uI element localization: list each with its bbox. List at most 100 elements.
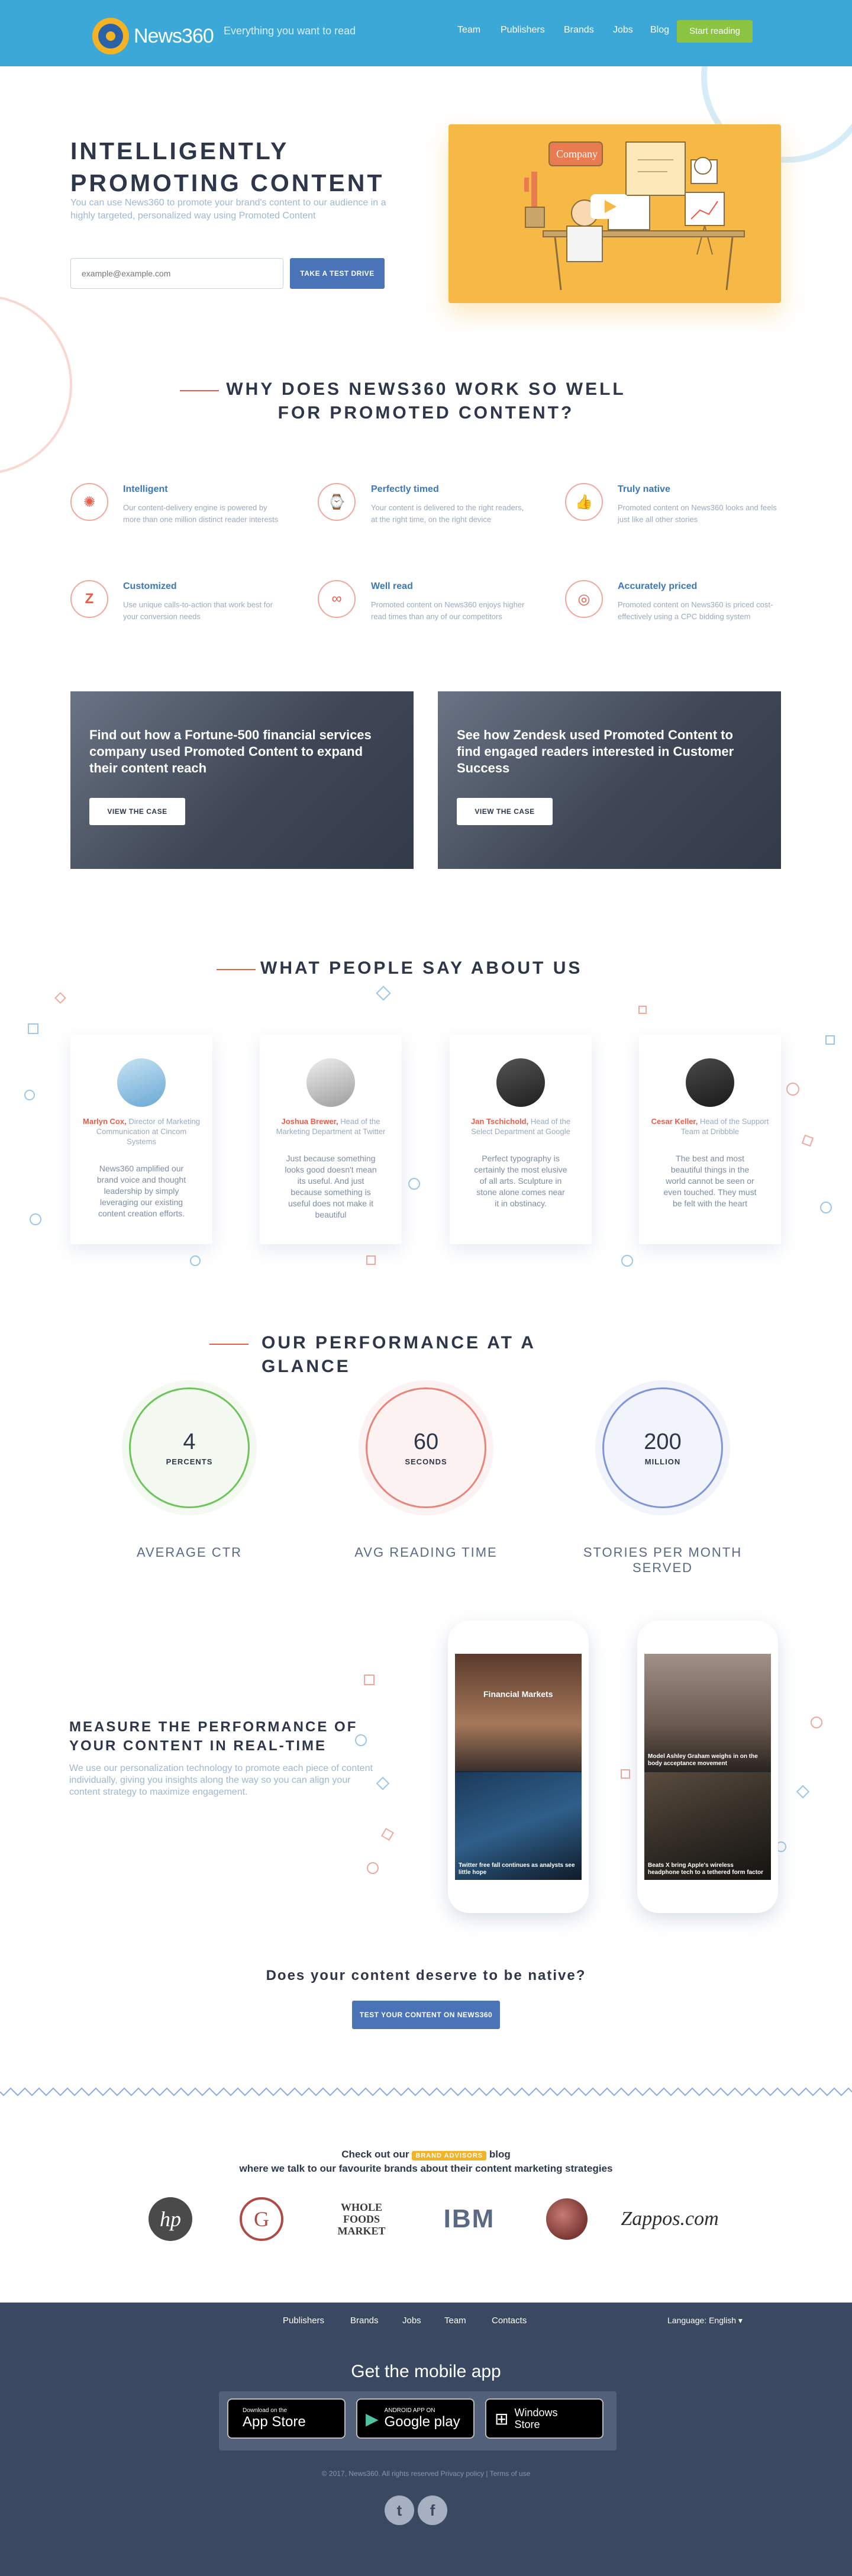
avatar [496, 1058, 545, 1107]
avatar [306, 1058, 355, 1107]
windows-icon: ⊞ [495, 2409, 509, 2428]
google-play-icon: ▶ [366, 2409, 379, 2428]
why-section-title: WHY DOES NEWS360 WORK SO WELL FOR PROMOTE… [226, 379, 626, 423]
feature-title-accurately-priced: Accurately priced [618, 581, 698, 591]
feature-text-accurately-priced: Promoted content on News360 is priced co… [618, 600, 773, 621]
blog-subline: where we talk to our favourite brands ab… [239, 2163, 613, 2174]
g-logo[interactable]: G [239, 2197, 284, 2241]
nav-publishers[interactable]: Publishers [501, 25, 545, 36]
footer-nav-jobs[interactable]: Jobs [402, 2316, 421, 2326]
language-selector[interactable]: Language: English ▾ [667, 2316, 743, 2326]
logo-text: News360 [134, 24, 214, 47]
testimonial-quote: Just because something looks good doesn'… [285, 1154, 377, 1219]
footer-nav-team[interactable]: Team [444, 2316, 466, 2326]
phone-mockup: Financial Markets Twitter free fall cont… [448, 1621, 589, 1913]
case-title: Find out how a Fortune-500 financial ser… [89, 727, 372, 775]
feature-title-intelligent: Intelligent [123, 484, 168, 494]
feature-text-customized: Use unique calls-to-action that work bes… [123, 600, 273, 621]
test-content-button[interactable]: TEST YOUR CONTENT ON NEWS360 [352, 2001, 500, 2029]
realtime-description: We use our personalization technology to… [69, 1763, 373, 1797]
stat-circle-stories: 200 MILLION [602, 1387, 723, 1508]
facebook-icon[interactable]: f [418, 2496, 447, 2525]
case-card-zendesk[interactable]: See how Zendesk used Promoted Content to… [438, 691, 781, 869]
app-store-badge[interactable]: Download on the App Store [227, 2398, 346, 2439]
footer-nav-brands[interactable]: Brands [350, 2316, 379, 2326]
hp-logo[interactable]: hp [148, 2197, 193, 2241]
logo[interactable]: News360 [92, 18, 214, 54]
news-card[interactable]: Financial Markets [455, 1654, 582, 1771]
testimonial-card: Marlyn Cox, Director of Marketing Commun… [70, 1035, 212, 1244]
nav-jobs[interactable]: Jobs [613, 25, 633, 36]
brand-advisors-badge[interactable]: BRAND ADVISORS [412, 2151, 487, 2160]
glasses-icon: ∞ [318, 580, 356, 618]
watch-icon: ⌚ [318, 483, 356, 521]
feature-title-customized: Customized [123, 581, 177, 591]
feature-text-truly-native: Promoted content on News360 looks and fe… [618, 503, 777, 524]
footer-nav-publishers[interactable]: Publishers [283, 2316, 324, 2326]
twitter-icon[interactable]: t [385, 2496, 414, 2525]
section-accent-line [180, 390, 219, 391]
email-input[interactable] [70, 258, 283, 289]
hero-description: You can use News360 to promote your bran… [70, 198, 386, 221]
section-accent-line [217, 969, 256, 970]
nav-blog[interactable]: Blog [650, 25, 669, 36]
realtime-title: MEASURE THE PERFORMANCE OF YOUR CONTENT … [69, 1719, 358, 1754]
stat-label: AVG READING TIME [354, 1545, 498, 1560]
feature-text-intelligent: Our content-delivery engine is powered b… [123, 503, 279, 524]
stat-circle-reading-time: 60 SECONDS [366, 1387, 486, 1508]
take-test-drive-button[interactable]: TAKE A TEST DRIVE [290, 258, 385, 289]
office-illustration: Company [524, 141, 745, 291]
stat-value: 4 [183, 1429, 196, 1454]
news-card-title: Twitter free fall continues as analysts … [459, 1862, 575, 1876]
news-card-title: Beats X bring Apple's wireless headphone… [648, 1862, 764, 1876]
native-question: Does your content deserve to be native? [266, 1968, 586, 1983]
chevron-down-icon: ▾ [738, 2316, 743, 2325]
stat-label: AVERAGE CTR [136, 1545, 243, 1560]
ibm-logo[interactable]: IBM [437, 2197, 502, 2241]
feature-title-perfectly-timed: Perfectly timed [371, 484, 439, 494]
news-card[interactable]: Twitter free fall continues as analysts … [455, 1772, 582, 1880]
nav-brands[interactable]: Brands [564, 25, 594, 36]
testimonial-quote: Perfect typography is certainly the most… [474, 1154, 567, 1208]
news-card-title: Model Ashley Graham weighs in on the bod… [648, 1753, 758, 1767]
stat-circle-ctr: 4 PERCENTS [129, 1387, 250, 1508]
news-card-title: Financial Markets [483, 1689, 553, 1699]
feature-text-well-read: Promoted content on News360 enjoys highe… [371, 600, 525, 621]
news-card[interactable]: Beats X bring Apple's wireless headphone… [644, 1772, 771, 1880]
nav-team[interactable]: Team [457, 25, 480, 36]
feature-text-perfectly-timed: Your content is delivered to the right r… [371, 503, 524, 524]
thumbs-up-icon: 👍 [565, 483, 603, 521]
testimonial-name: Jan Tschichold, [470, 1117, 529, 1126]
view-case-button[interactable]: VIEW THE CASE [89, 798, 185, 825]
testimonials-title: WHAT PEOPLE SAY ABOUT US [260, 958, 583, 978]
view-case-button[interactable]: VIEW THE CASE [457, 798, 553, 825]
start-reading-button[interactable]: Start reading [677, 20, 753, 43]
stat-label: STORIES PER MONTH SERVED [583, 1545, 743, 1575]
google-play-badge[interactable]: ▶ ANDROID APP ON Google play [356, 2398, 475, 2439]
company-sign: Company [556, 148, 598, 160]
phone-mockup: Model Ashley Graham weighs in on the bod… [637, 1621, 778, 1913]
hero-illustration[interactable]: Company [448, 124, 781, 303]
testimonial-card: Jan Tschichold, Head of the Select Depar… [450, 1035, 592, 1244]
windows-store-badge[interactable]: ⊞ Windows Store [485, 2398, 604, 2439]
case-card-financial[interactable]: Find out how a Fortune-500 financial ser… [70, 691, 414, 869]
wave-divider [0, 2087, 852, 2097]
avatar [686, 1058, 734, 1107]
mobile-app-title: Get the mobile app [351, 2362, 501, 2381]
testimonial-card: Joshua Brewer, Head of the Marketing Dep… [260, 1035, 402, 1244]
brand-globe-logo[interactable] [544, 2197, 589, 2241]
testimonial-quote: The best and most beautiful things in th… [663, 1154, 757, 1208]
footer-nav-contacts[interactable]: Contacts [492, 2316, 527, 2326]
testimonial-quote: News360 amplified our brand voice and th… [96, 1164, 186, 1218]
brain-icon: ✺ [70, 483, 108, 521]
zappos-logo[interactable]: Zappos.com [621, 2197, 718, 2241]
case-title: See how Zendesk used Promoted Content to… [457, 727, 734, 775]
logo-icon [92, 18, 129, 54]
news-card[interactable]: Model Ashley Graham weighs in on the bod… [644, 1654, 771, 1771]
copyright: © 2017, News360. All rights reserved Pri… [321, 2469, 531, 2478]
testimonial-card: Cesar Keller, Head of the Support Team a… [639, 1035, 781, 1244]
whole-foods-logo[interactable]: WHOLE FOODS MARKET [329, 2197, 394, 2241]
feature-title-truly-native: Truly native [618, 484, 670, 494]
testimonial-name: Cesar Keller, [651, 1117, 698, 1126]
stat-unit: MILLION [644, 1457, 681, 1466]
